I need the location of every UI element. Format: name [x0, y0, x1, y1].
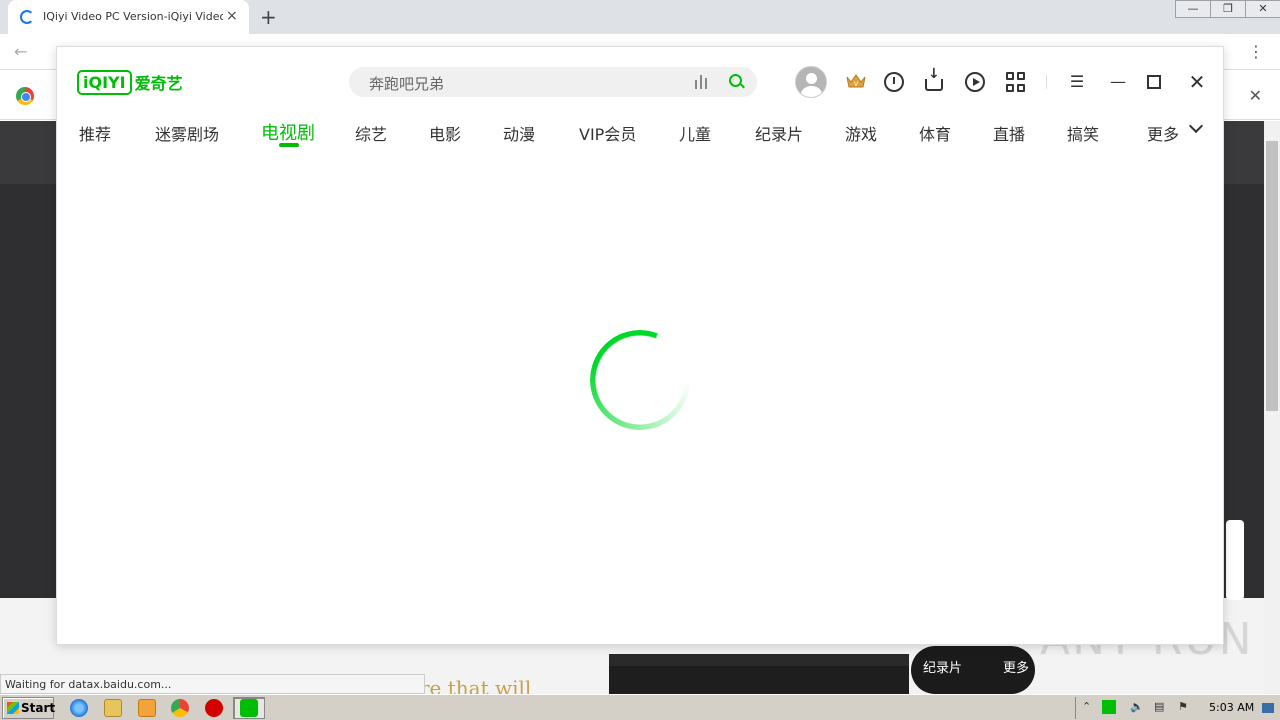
nav-item-more[interactable]: 更多: [1147, 121, 1179, 145]
tray-expand-icon[interactable]: ⌃: [1082, 700, 1096, 714]
minimize-icon[interactable]: —: [1107, 71, 1129, 93]
system-tray: ⌃ 🔈 ▤ ⚑ 5:03 AM: [1075, 697, 1280, 719]
nav-item-tv-series[interactable]: 电视剧: [261, 119, 315, 145]
network-icon[interactable]: ▤: [1154, 700, 1168, 714]
trending-bars-icon[interactable]: [695, 75, 709, 89]
search-icon[interactable]: [729, 74, 742, 87]
opera-icon[interactable]: [205, 699, 223, 717]
browser-status-bar: Waiting for datax.baidu.com...: [0, 674, 425, 694]
nav-item-vip[interactable]: VIP会员: [579, 121, 636, 145]
history-icon[interactable]: [884, 72, 904, 92]
page-scrollbar[interactable]: [1264, 121, 1280, 694]
pill-right-label: 更多: [1003, 661, 1030, 676]
media-player-icon[interactable]: [138, 699, 156, 717]
play-icon[interactable]: [965, 72, 985, 92]
nav-item-games[interactable]: 游戏: [845, 121, 877, 145]
iqiyi-taskbar-button[interactable]: [233, 697, 265, 719]
thumbnail-toolbar: [609, 654, 909, 666]
tab-title: IQiyi Video PC Version-iQiyi Video Of: [43, 10, 223, 23]
window-close-button[interactable]: ✕: [1245, 0, 1280, 18]
nav-item-documentary[interactable]: 纪录片: [755, 121, 803, 145]
logo-wordmark: iQIYI: [77, 69, 132, 95]
pill-left-label: 纪录片: [923, 661, 963, 676]
volume-icon[interactable]: 🔈: [1130, 700, 1144, 714]
iqiyi-taskbar-icon: [240, 699, 258, 717]
download-icon[interactable]: [925, 67, 943, 91]
folder-icon[interactable]: [104, 699, 122, 717]
info-bar-close-icon[interactable]: ✕: [1249, 86, 1262, 105]
chevron-down-icon[interactable]: [1188, 118, 1204, 134]
menu-icon[interactable]: ☰: [1066, 71, 1088, 93]
nav-item-variety[interactable]: 综艺: [355, 121, 387, 145]
search-input[interactable]: 奔跑吧兄弟: [369, 73, 444, 94]
page-side-card: [1226, 520, 1244, 600]
ie-icon[interactable]: [70, 699, 88, 717]
action-center-flag-icon[interactable]: ⚑: [1178, 700, 1192, 714]
loading-spinner: [590, 330, 690, 430]
nav-item-recommend[interactable]: 推荐: [79, 121, 111, 145]
vip-crown-icon[interactable]: V: [846, 73, 866, 89]
os-taskbar: Start ⌃ 🔈 ▤ ⚑ 5:03 AM: [0, 694, 1280, 720]
window-controls: — ❐ ✕: [1175, 0, 1280, 18]
new-tab-button[interactable]: +: [260, 5, 277, 29]
chrome-taskbar-icon[interactable]: [171, 699, 189, 717]
nav-item-movies[interactable]: 电影: [429, 121, 461, 145]
start-button[interactable]: Start: [2, 697, 56, 719]
browser-tab-bar: IQiyi Video PC Version-iQiyi Video Of × …: [0, 0, 1280, 34]
nav-item-anime[interactable]: 动漫: [503, 121, 535, 145]
iqiyi-logo[interactable]: iQIYI 爱奇艺: [77, 67, 183, 97]
active-tab-indicator: [279, 143, 299, 147]
browser-menu-icon[interactable]: ⋮: [1248, 42, 1264, 61]
window-minimize-button[interactable]: —: [1175, 0, 1211, 18]
nav-item-mist-theater[interactable]: 迷雾剧场: [155, 121, 219, 145]
browser-tab[interactable]: IQiyi Video PC Version-iQiyi Video Of ×: [8, 0, 249, 34]
loading-spinner-icon: [20, 10, 34, 24]
back-arrow-icon[interactable]: ←: [14, 42, 27, 61]
page-category-pill[interactable]: 纪录片 更多: [911, 646, 1035, 694]
nav-item-funny[interactable]: 搞笑: [1067, 121, 1099, 145]
chrome-logo-icon: [16, 87, 34, 105]
apps-grid-icon[interactable]: [1006, 72, 1026, 92]
category-nav: 推荐 迷雾剧场 电视剧 综艺 电影 动漫 VIP会员 儿童 纪录片 游戏 体育 …: [57, 117, 1225, 153]
page-screenshot-thumbnail: [609, 654, 909, 694]
iqiyi-client-window: iQIYI 爱奇艺 奔跑吧兄弟 V ☰ — ✕ 推荐 迷雾剧场 电视剧 综艺 电…: [56, 46, 1224, 645]
search-box[interactable]: 奔跑吧兄弟: [349, 67, 757, 97]
header-divider: [1046, 75, 1047, 89]
nav-item-kids[interactable]: 儿童: [679, 121, 711, 145]
nav-item-live[interactable]: 直播: [993, 121, 1025, 145]
tab-close-button[interactable]: ×: [226, 8, 238, 24]
logo-chinese: 爱奇艺: [134, 74, 183, 93]
maximize-icon[interactable]: [1147, 75, 1161, 89]
scrollbar-thumb[interactable]: [1266, 141, 1278, 411]
tray-iqiyi-icon[interactable]: [1102, 700, 1116, 714]
window-restore-button[interactable]: ❐: [1210, 0, 1246, 18]
nav-item-sports[interactable]: 体育: [919, 121, 951, 145]
user-avatar[interactable]: [795, 66, 827, 98]
close-icon[interactable]: ✕: [1186, 71, 1208, 93]
start-label: Start: [21, 701, 56, 715]
taskbar-clock[interactable]: 5:03 AM: [1209, 701, 1254, 714]
show-desktop-icon[interactable]: [1262, 703, 1274, 713]
windows-flag-icon: [7, 702, 19, 714]
